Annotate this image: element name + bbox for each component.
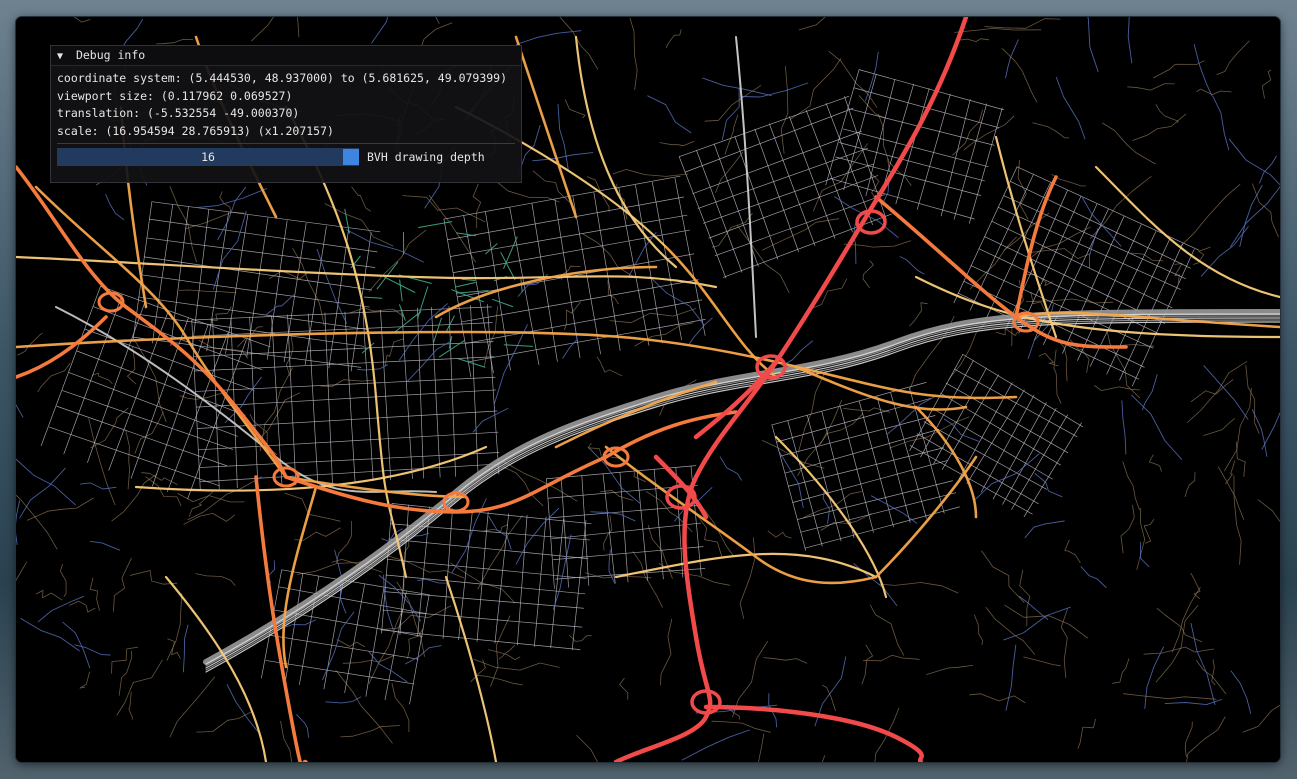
debug-panel-title: Debug info [75, 48, 146, 62]
coordinate-system-text: coordinate system: (5.444530, 48.937000)… [57, 71, 508, 85]
bvh-depth-slider[interactable]: 16 [57, 148, 359, 166]
debug-panel-titlebar[interactable]: ▼ Debug info [51, 46, 521, 66]
scale-text: scale: (16.954594 28.765913) (x1.207157) [57, 123, 334, 138]
viewport-size-text: viewport size: (0.117962 0.069527) [57, 88, 293, 103]
map-window[interactable]: ▼ Debug info coordinate system: (5.44453… [16, 17, 1280, 762]
bvh-depth-value: 16 [201, 150, 215, 164]
bvh-depth-row: 16 BVH drawing depth [51, 147, 521, 167]
triangle-down-icon[interactable]: ▼ [57, 47, 69, 66]
debug-separator [57, 143, 515, 144]
debug-info-panel[interactable]: ▼ Debug info coordinate system: (5.44453… [50, 45, 522, 183]
bvh-depth-label: BVH drawing depth [367, 150, 485, 164]
translation-text: translation: (-5.532554 -49.000370) [57, 106, 300, 120]
slider-grab-handle[interactable] [343, 149, 359, 165]
